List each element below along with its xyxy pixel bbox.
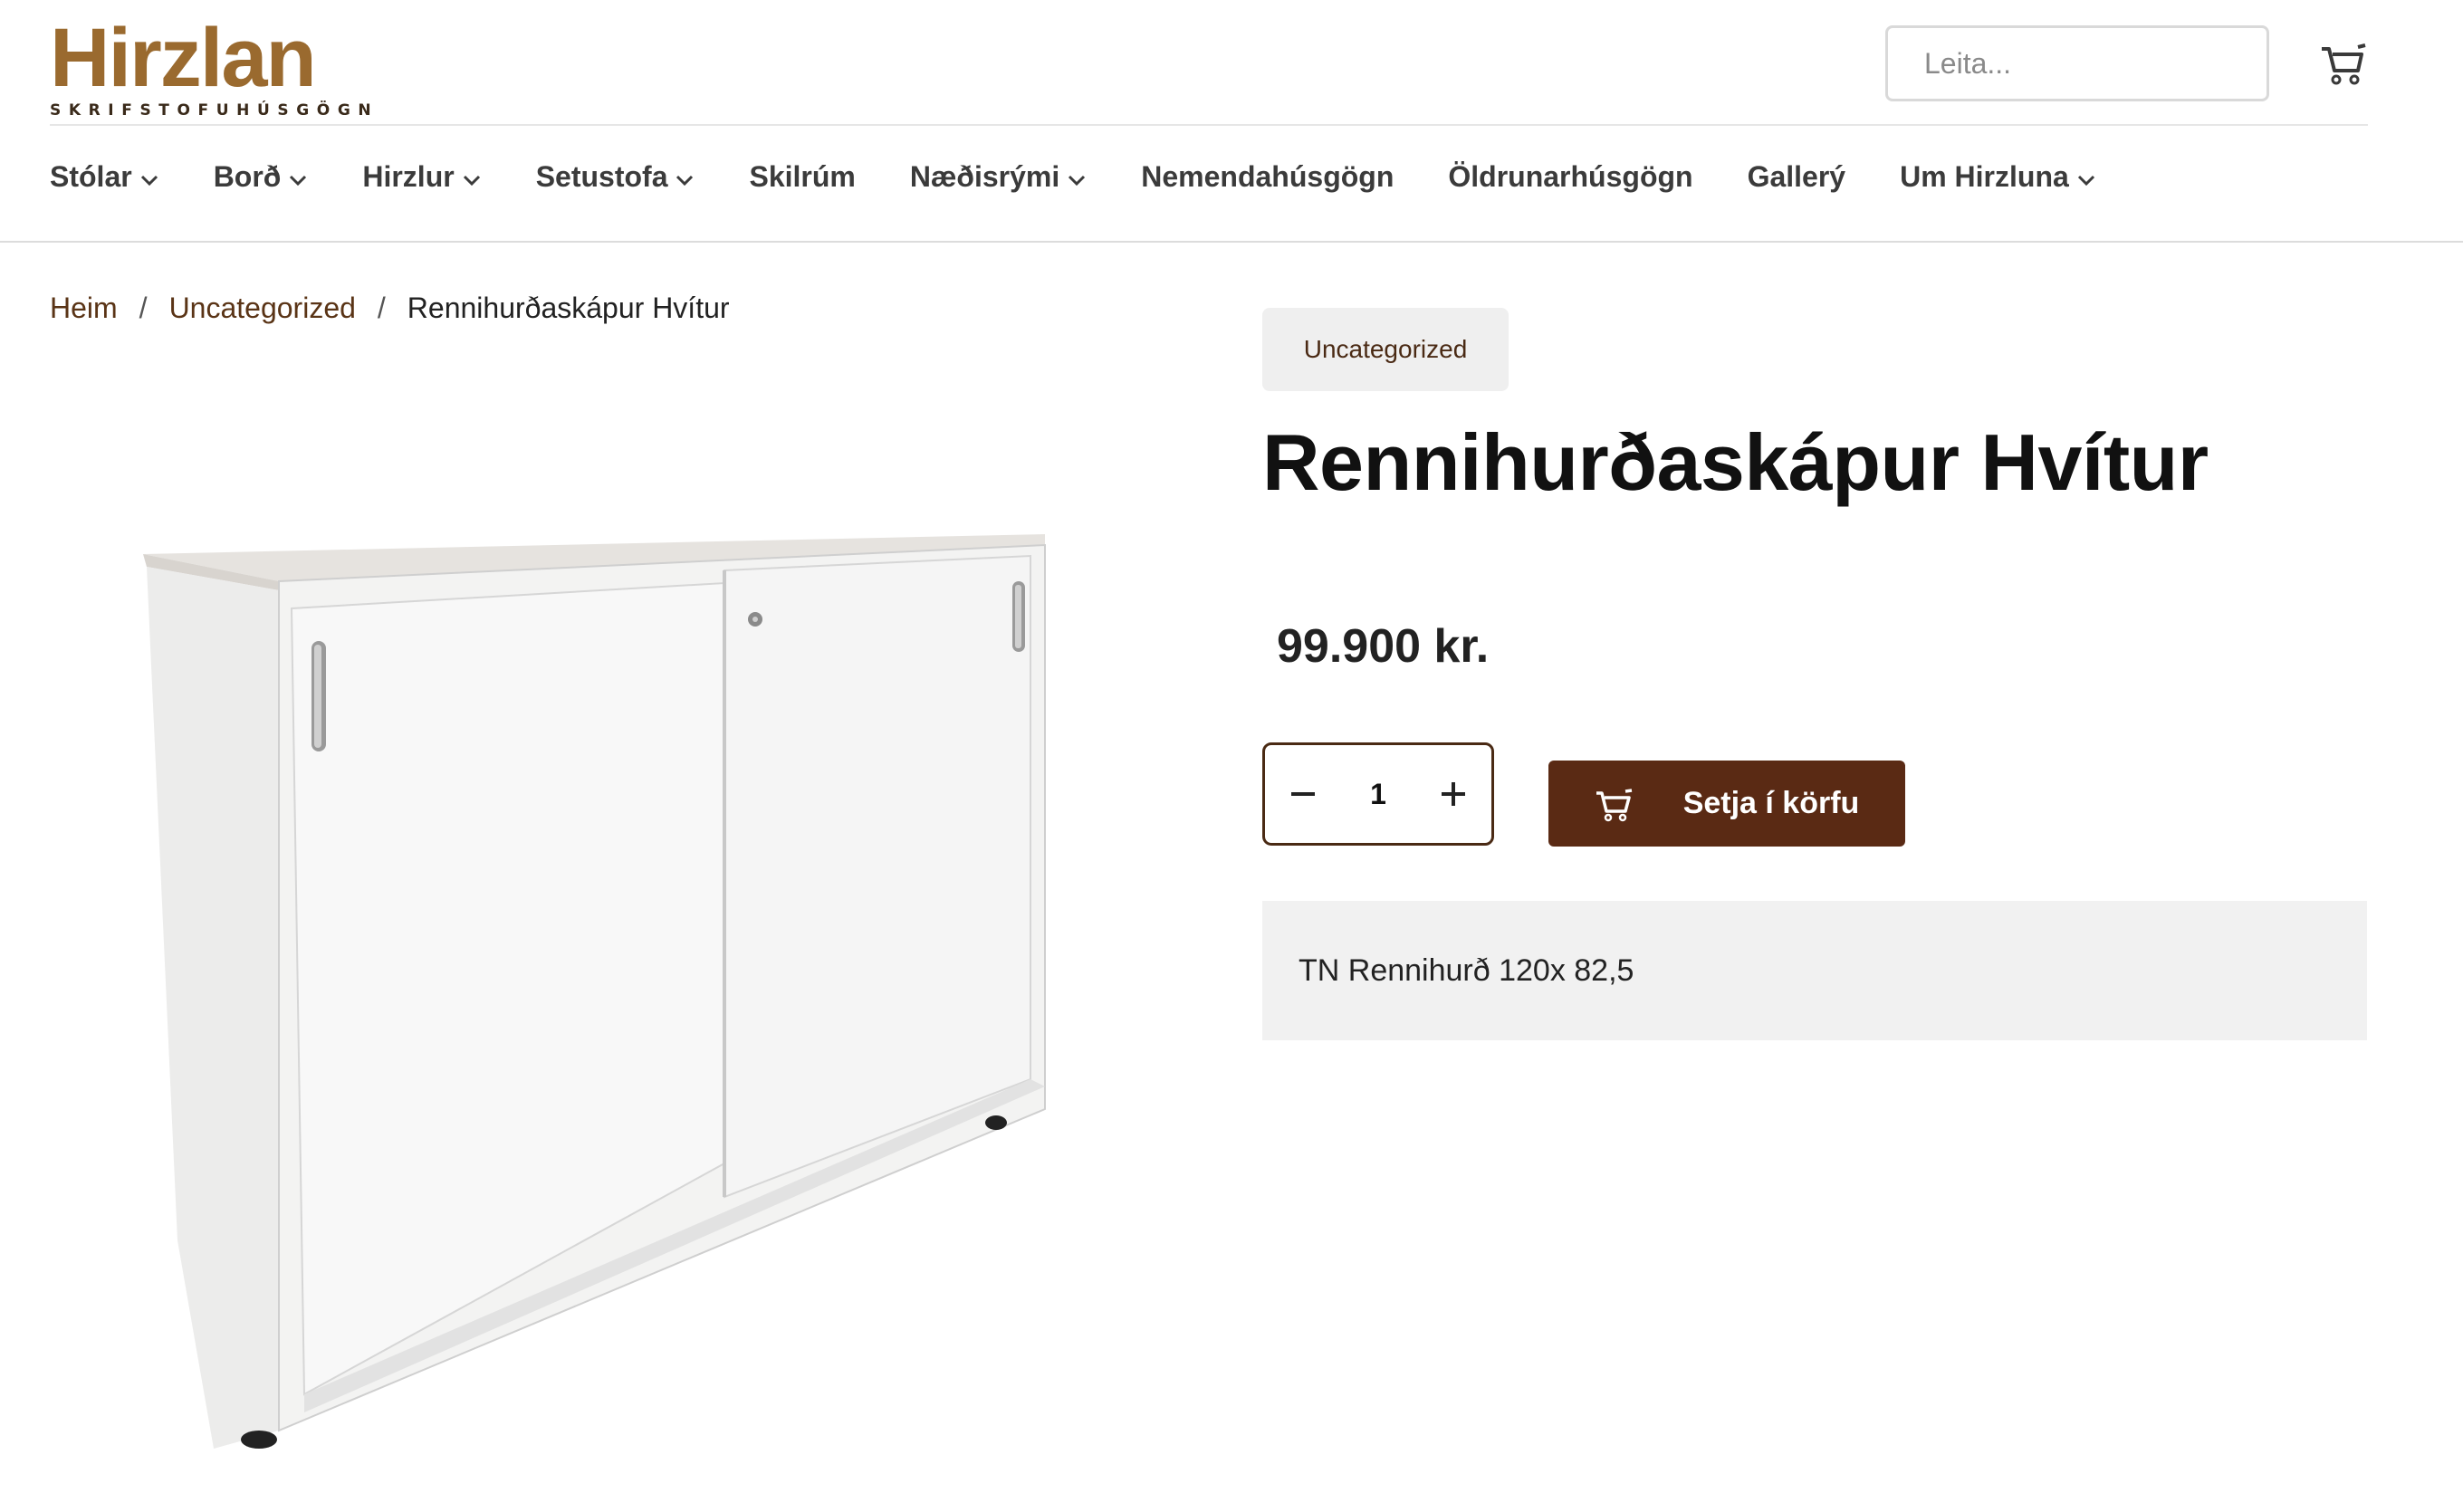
- site-header: Hirzlan SKRIFSTOFUHÚSGÖGN Stólar Borð Hi…: [0, 0, 2463, 243]
- product-short-description: TN Rennihurð 120x 82,5: [1262, 901, 2367, 1040]
- quantity-decrease-button[interactable]: [1283, 774, 1323, 814]
- nav-item-skilrum[interactable]: Skilrúm: [749, 160, 855, 194]
- breadcrumb-home[interactable]: Heim: [50, 292, 118, 325]
- product-price: 99.900 kr.: [1277, 620, 1490, 673]
- quantity-increase-button[interactable]: [1433, 774, 1473, 814]
- chevron-down-icon: [1069, 175, 1086, 187]
- search-input[interactable]: [1885, 25, 2269, 101]
- quantity-input[interactable]: [1342, 767, 1414, 821]
- nav-item-setustofa[interactable]: Setustofa: [536, 160, 695, 194]
- nav-item-naedisrymi[interactable]: Næðisrými: [910, 160, 1087, 194]
- product-title: Rennihurðaskápur Hvítur: [1262, 417, 2209, 507]
- nav-item-hirzlur[interactable]: Hirzlur: [362, 160, 481, 194]
- nav-item-label: Setustofa: [535, 159, 668, 193]
- cart-icon[interactable]: [2318, 40, 2369, 87]
- cart-icon: [1596, 788, 1632, 821]
- breadcrumb-category[interactable]: Uncategorized: [169, 292, 356, 325]
- logo-tagline: SKRIFSTOFUHÚSGÖGN: [50, 101, 379, 120]
- nav-item-stolar[interactable]: Stólar: [50, 160, 159, 194]
- minus-icon: [1291, 792, 1315, 796]
- nav-item-um-hirzluna[interactable]: Um Hirzluna: [1900, 160, 2096, 194]
- nav-item-oldrunarhusgogn[interactable]: Öldrunarhúsgögn: [1448, 160, 1692, 194]
- nav-item-label: Nemendahúsgögn: [1141, 159, 1394, 193]
- nav-item-label: Borð: [213, 159, 282, 193]
- product-description-text: TN Rennihurð 120x 82,5: [1299, 952, 1634, 988]
- chevron-down-icon: [463, 175, 480, 187]
- add-to-cart-label: Setja í körfu: [1682, 786, 1860, 820]
- quantity-stepper: [1262, 742, 1494, 846]
- add-to-cart-button[interactable]: Setja í körfu: [1548, 761, 1905, 847]
- breadcrumb: Heim / Uncategorized / Rennihurðaskápur …: [50, 292, 730, 325]
- nav-item-label: Stólar: [50, 159, 132, 193]
- breadcrumb-separator: /: [377, 292, 386, 324]
- chevron-down-icon: [676, 175, 694, 187]
- category-badge[interactable]: Uncategorized: [1262, 308, 1509, 391]
- header-divider: [50, 124, 2368, 126]
- nav-item-label: Skilrúm: [749, 159, 856, 193]
- site-logo[interactable]: Hirzlan SKRIFSTOFUHÚSGÖGN: [50, 12, 371, 120]
- nav-item-gallery[interactable]: Gallerý: [1748, 160, 1846, 194]
- nav-item-label: Næðisrými: [909, 159, 1060, 193]
- nav-item-label: Öldrunarhúsgögn: [1448, 159, 1693, 193]
- nav-item-label: Gallerý: [1747, 159, 1846, 193]
- plus-icon: [1442, 782, 1465, 806]
- main-nav: Stólar Borð Hirzlur Setustofa Skilrúm Næ…: [50, 145, 2151, 208]
- nav-item-nemendahusgogn[interactable]: Nemendahúsgögn: [1141, 160, 1394, 194]
- nav-item-label: Um Hirzluna: [1900, 159, 2069, 193]
- breadcrumb-separator: /: [139, 292, 148, 324]
- logo-wordmark: Hirzlan: [50, 12, 317, 104]
- product-image[interactable]: [91, 507, 1105, 1467]
- chevron-down-icon: [290, 175, 307, 187]
- chevron-down-icon: [140, 175, 158, 187]
- chevron-down-icon: [2077, 175, 2094, 187]
- nav-item-label: Hirzlur: [362, 159, 455, 193]
- nav-item-bord[interactable]: Borð: [214, 160, 309, 194]
- breadcrumb-current: Rennihurðaskápur Hvítur: [407, 292, 730, 324]
